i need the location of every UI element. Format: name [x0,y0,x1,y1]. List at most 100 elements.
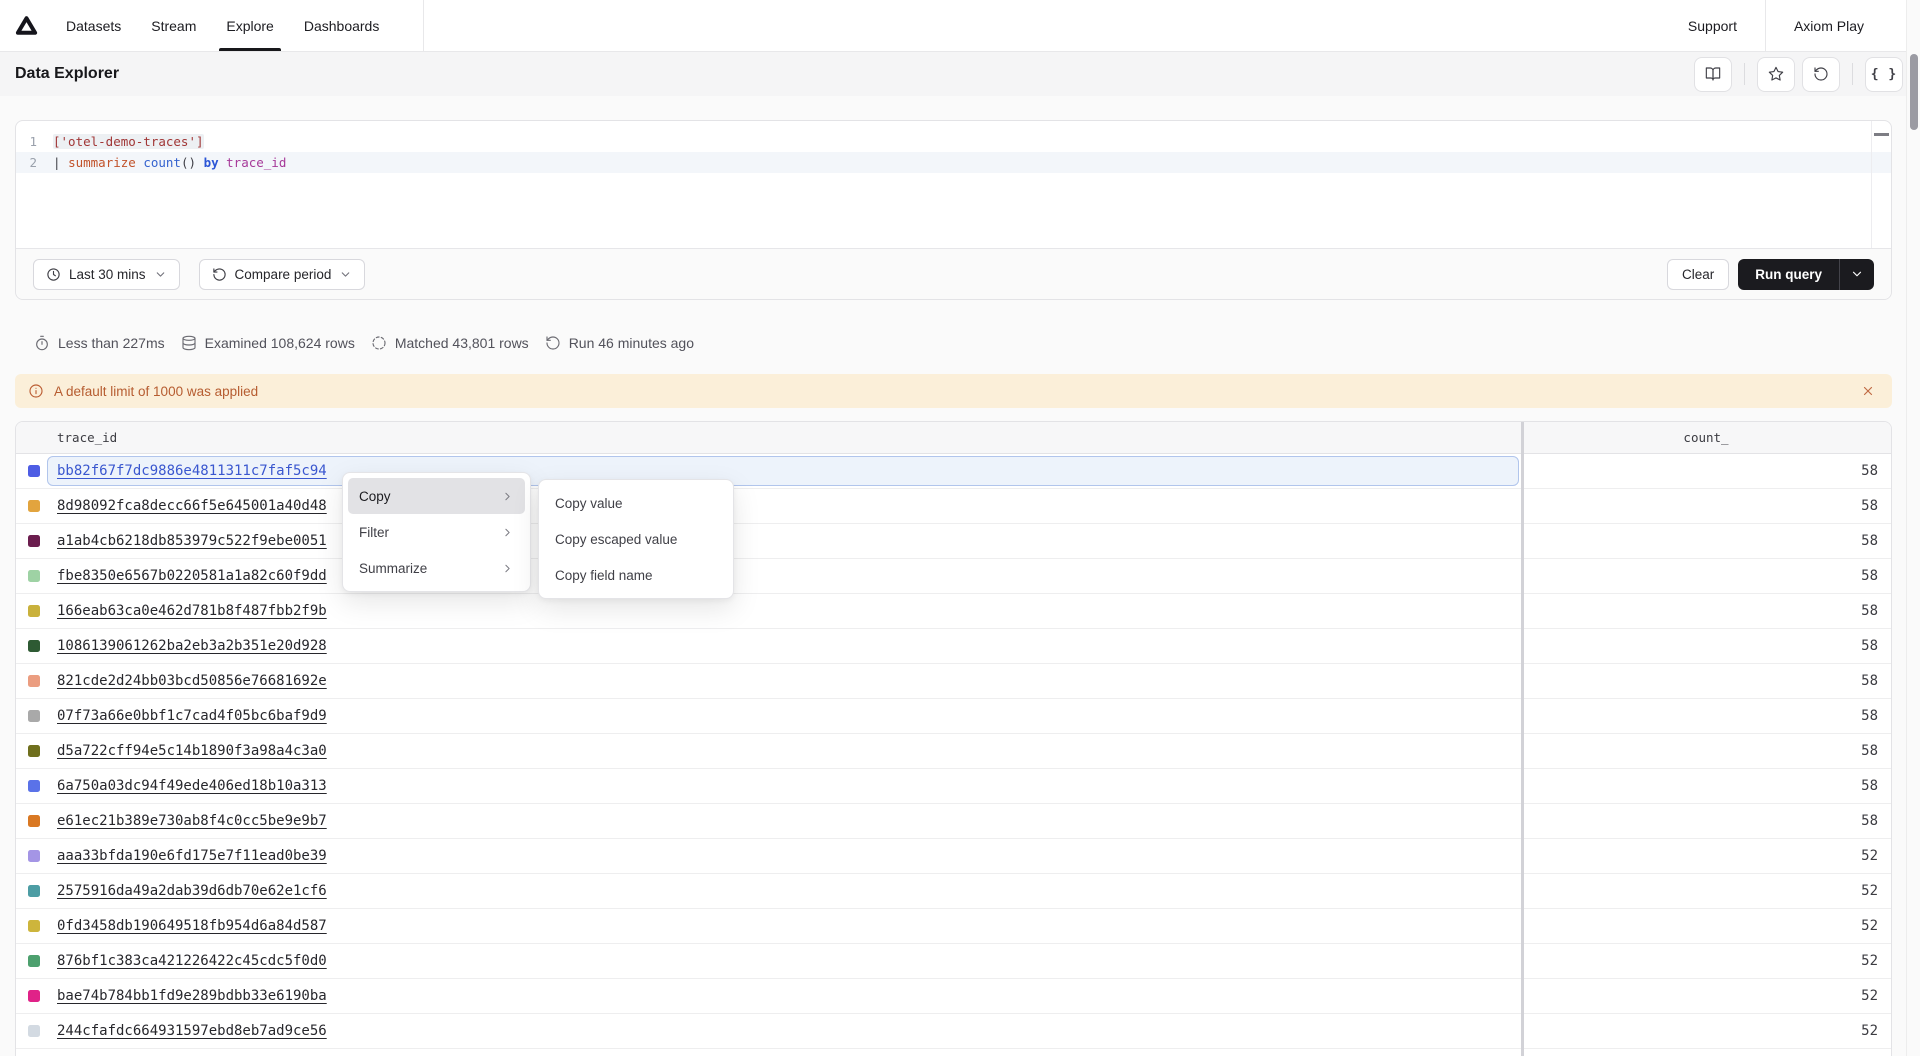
menu-item-copy[interactable]: Copy [348,478,525,514]
query-editor[interactable]: 1 ['otel-demo-traces'] 2 | summarize count(… [16,121,1891,249]
trace-id-cell[interactable]: 8d98092fca8decc66f5e645001a40d48 [16,489,1521,523]
trace-id-cell[interactable]: bae74b784bb1fd9e289bdbb33e6190ba [16,979,1521,1013]
raw-query-button[interactable]: { } [1865,56,1903,92]
nav-tab-datasets[interactable]: Datasets [66,0,121,51]
trace-id-link[interactable]: 821cde2d24bb03bcd50856e76681692e [57,673,327,689]
page-scrollbar-thumb[interactable] [1909,54,1918,130]
series-color-swatch [28,535,40,547]
trace-id-cell[interactable]: bb82f67f7dc9886e4811311c7faf5c94 [16,454,1521,488]
trace-id-link[interactable]: bae74b784bb1fd9e289bdbb33e6190ba [57,988,327,1004]
trace-id-link[interactable]: 166eab63ca0e462d781b8f487fbb2f9b [57,603,327,619]
table-row[interactable]: 8d98092fca8decc66f5e645001a40d48 58 [16,489,1891,524]
table-row[interactable]: bb82f67f7dc9886e4811311c7faf5c94 58 [16,454,1891,489]
run-query-button[interactable]: Run query [1738,258,1874,290]
run-query-options-button[interactable] [1840,259,1874,290]
clock-icon [46,267,61,282]
table-row[interactable]: 07f73a66e0bbf1c7cad4f05bc6baf9d9 58 [16,699,1891,734]
trace-id-link[interactable]: d5a722cff94e5c14b1890f3a98a4c3a0 [57,743,327,759]
page-scrollbar[interactable] [1906,0,1920,1056]
trace-id-link[interactable]: 07f73a66e0bbf1c7cad4f05bc6baf9d9 [57,708,327,724]
trace-id-cell[interactable]: a1ab4cb6218db853979c522f9ebe0051 [16,524,1521,558]
table-row[interactable]: 166eab63ca0e462d781b8f487fbb2f9b 58 [16,594,1891,629]
trace-id-cell[interactable]: fbe8350e6567b0220581a1a82c60f9dd [16,559,1521,593]
trace-id-cell[interactable]: aaa33bfda190e6fd175e7f11ead0be39 [16,839,1521,873]
editor-scrollbar-thumb[interactable] [1874,133,1889,136]
table-row[interactable]: 1086139061262ba2eb3a2b351e20d928 58 [16,629,1891,664]
run-query-label[interactable]: Run query [1738,259,1839,290]
table-row[interactable]: 2575916da49a2dab39d6db70e62e1cf6 52 [16,874,1891,909]
column-header-count[interactable]: count_ [1521,430,1891,445]
trace-id-link[interactable]: 244cfafdc664931597ebd8eb7ad9ce56 [57,1023,327,1039]
trace-id-link[interactable]: 1086139061262ba2eb3a2b351e20d928 [57,638,327,654]
submenu-item-copy-field-name[interactable]: Copy field name [544,557,728,593]
series-color-swatch [28,780,40,792]
clear-button[interactable]: Clear [1666,258,1730,290]
query-history-button[interactable] [1802,56,1840,92]
column-resize-handle[interactable] [1521,422,1524,1056]
context-menu: Copy Filter Summarize [342,472,531,592]
count-cell: 52 [1861,918,1878,934]
trace-id-cell[interactable]: e61ec21b389e730ab8f4c0cc5be9e9b7 [16,804,1521,838]
trace-id-cell[interactable]: 07f73a66e0bbf1c7cad4f05bc6baf9d9 [16,699,1521,733]
trace-id-link[interactable]: a1ab4cb6218db853979c522f9ebe0051 [57,533,327,549]
nav-tab-dashboards[interactable]: Dashboards [304,0,380,51]
close-icon[interactable] [1857,380,1879,402]
stat-matched: Matched 43,801 rows [371,335,529,351]
trace-id-cell[interactable]: 6a750a03dc94f49ede406ed18b10a313 [16,769,1521,803]
nav-tab-stream[interactable]: Stream [151,0,196,51]
trace-id-link[interactable]: 8d98092fca8decc66f5e645001a40d48 [57,498,327,514]
submenu-item-copy-value[interactable]: Copy value [544,485,728,521]
table-row[interactable]: aaa33bfda190e6fd175e7f11ead0be39 52 [16,839,1891,874]
trace-id-cell[interactable]: 876bf1c383ca421226422c45cdc5f0d0 [16,944,1521,978]
trace-id-link[interactable]: fbe8350e6567b0220581a1a82c60f9dd [57,568,327,584]
stat-examined-text: Examined 108,624 rows [204,335,355,351]
submenu-item-copy-escaped-value[interactable]: Copy escaped value [544,521,728,557]
trace-id-link[interactable]: bb82f67f7dc9886e4811311c7faf5c94 [57,463,327,479]
table-row[interactable]: fbe8350e6567b0220581a1a82c60f9dd 58 [16,559,1891,594]
menu-item-summarize[interactable]: Summarize [348,550,525,586]
table-row[interactable]: 821cde2d24bb03bcd50856e76681692e 58 [16,664,1891,699]
compare-period-button[interactable]: Compare period [198,258,366,290]
starred-queries-button[interactable] [1757,56,1795,92]
trace-id-cell[interactable]: 821cde2d24bb03bcd50856e76681692e [16,664,1521,698]
table-row[interactable]: d5a722cff94e5c14b1890f3a98a4c3a0 58 [16,734,1891,769]
table-row[interactable]: bae74b784bb1fd9e289bdbb33e6190ba 52 [16,979,1891,1014]
table-row[interactable]: e61ec21b389e730ab8f4c0cc5be9e9b7 58 [16,804,1891,839]
code-line-1[interactable]: 1 ['otel-demo-traces'] [16,131,1891,152]
menu-item-label: Copy value [555,495,623,511]
trace-id-link[interactable]: 6a750a03dc94f49ede406ed18b10a313 [57,778,327,794]
trace-id-link[interactable]: e61ec21b389e730ab8f4c0cc5be9e9b7 [57,813,327,829]
code-line-2[interactable]: 2 | summarize count() by trace_id [16,152,1891,173]
info-icon [28,383,44,399]
org-menu[interactable]: Axiom Play [1766,0,1892,51]
trace-id-cell[interactable]: d5a722cff94e5c14b1890f3a98a4c3a0 [16,734,1521,768]
trace-id-link[interactable]: 876bf1c383ca421226422c45cdc5f0d0 [57,953,327,969]
time-range-button[interactable]: Last 30 mins [33,258,180,290]
history-icon [1813,66,1829,82]
trace-id-link[interactable]: 0fd3458db190649518fb954d6a84d587 [57,918,327,934]
docs-button[interactable] [1694,56,1732,92]
trace-id-cell[interactable]: 166eab63ca0e462d781b8f487fbb2f9b [16,594,1521,628]
series-color-swatch [28,920,40,932]
trace-id-cell[interactable]: 244cfafdc664931597ebd8eb7ad9ce56 [16,1014,1521,1048]
trace-id-cell[interactable]: 2575916da49a2dab39d6db70e62e1cf6 [16,874,1521,908]
menu-item-filter[interactable]: Filter [348,514,525,550]
trace-id-link[interactable]: 2575916da49a2dab39d6db70e62e1cf6 [57,883,327,899]
count-cell: 58 [1861,813,1878,829]
support-link[interactable]: Support [1660,0,1765,51]
column-header-trace-id[interactable]: trace_id [16,430,1521,445]
menu-item-label: Copy escaped value [555,531,678,547]
table-row[interactable]: 876bf1c383ca421226422c45cdc5f0d0 52 [16,944,1891,979]
table-row[interactable]: a1ab4cb6218db853979c522f9ebe0051 58 [16,524,1891,559]
chevron-down-icon [1850,267,1864,281]
nav-right: Support Axiom Play [1660,0,1920,51]
nav-tab-explore[interactable]: Explore [219,0,282,51]
table-row[interactable]: 244cfafdc664931597ebd8eb7ad9ce56 52 [16,1014,1891,1049]
trace-id-cell[interactable]: 1086139061262ba2eb3a2b351e20d928 [16,629,1521,663]
axiom-logo-icon[interactable] [15,0,38,51]
table-row[interactable]: 6a750a03dc94f49ede406ed18b10a313 58 [16,769,1891,804]
table-row[interactable]: 0fd3458db190649518fb954d6a84d587 52 [16,909,1891,944]
trace-id-link[interactable]: aaa33bfda190e6fd175e7f11ead0be39 [57,848,327,864]
trace-id-cell[interactable]: 0fd3458db190649518fb954d6a84d587 [16,909,1521,943]
chevron-right-icon [501,526,514,539]
